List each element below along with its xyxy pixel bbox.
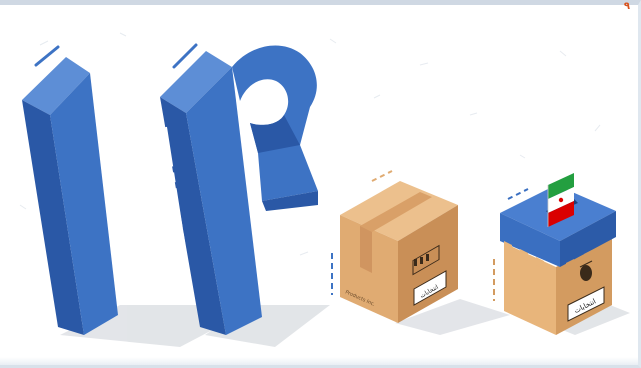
cardboard-box: Products Inc. انتخابات [331,170,458,323]
numeral-one [21,45,118,335]
illustration-scene: Products Inc. انتخابات انتخابات [19,32,630,347]
numeral-four [160,43,318,335]
illustration-frame: ۹ Products Inc. انتخابات انتخابات [0,0,641,368]
ballot-box: انتخابات [493,173,616,335]
